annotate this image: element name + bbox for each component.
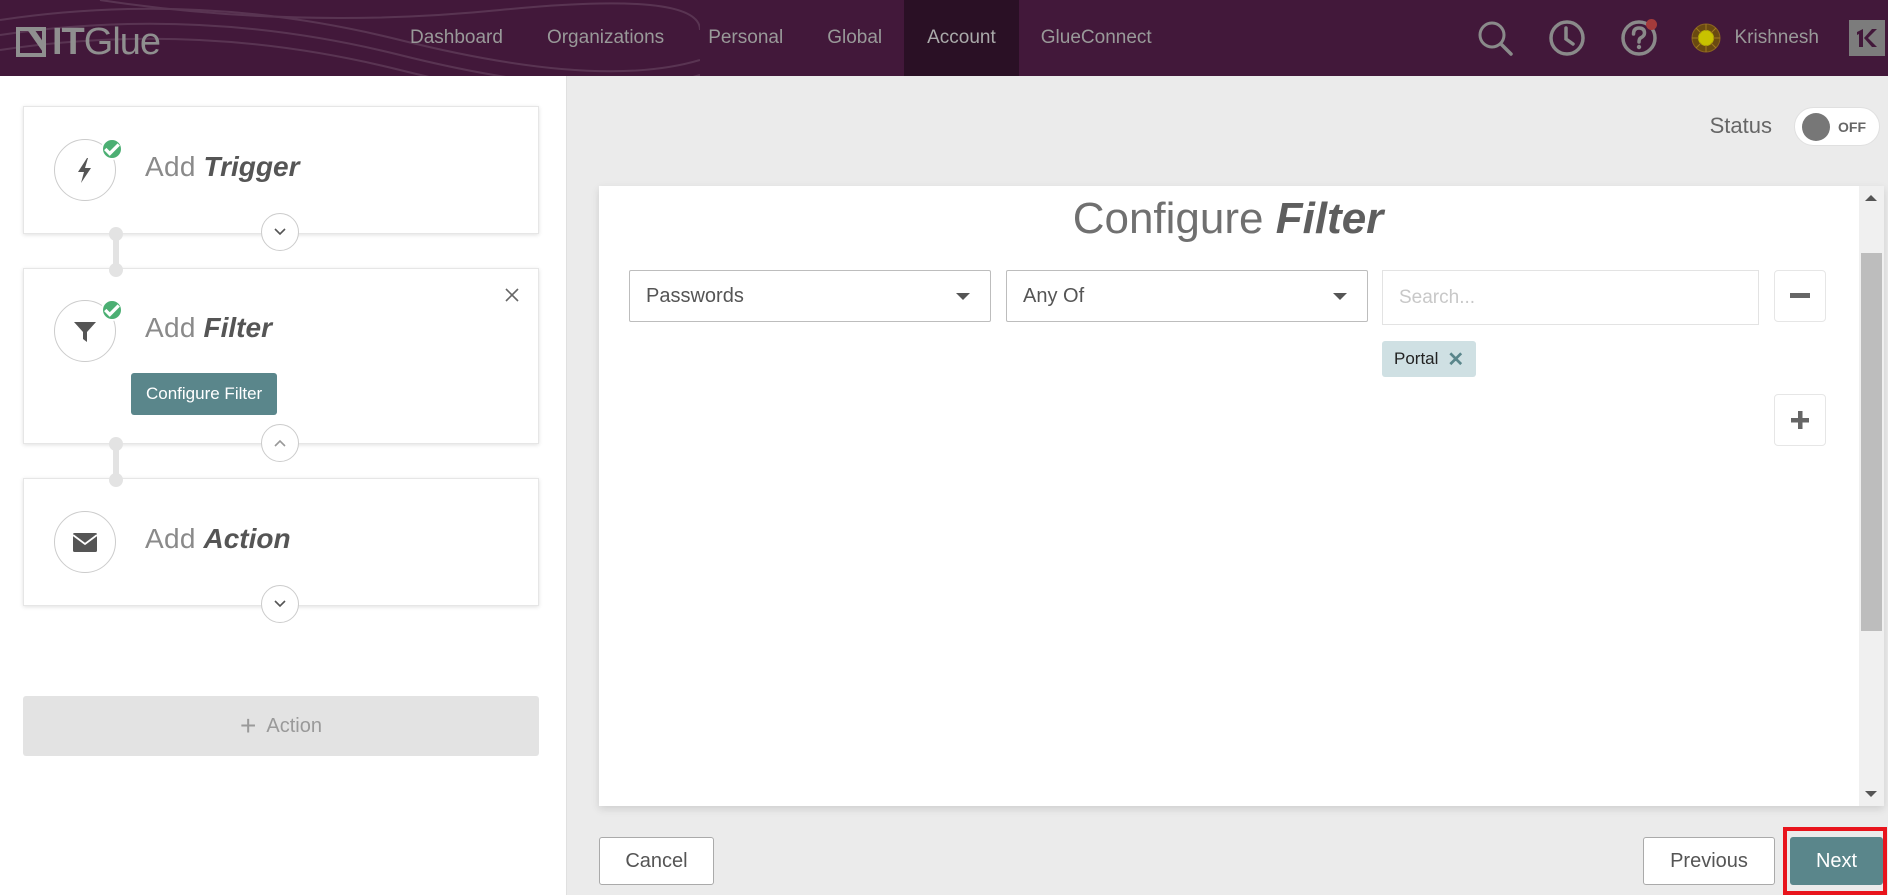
scroll-up-arrow-icon[interactable] (1865, 195, 1877, 201)
step-title-action: Add Action (145, 523, 291, 555)
panel-title-light: Configure (1072, 194, 1264, 243)
user-avatar-icon[interactable] (1691, 23, 1721, 53)
top-navigation-bar: ITGlue Dashboard Organizations Personal … (0, 0, 1888, 76)
nav-item-dashboard[interactable]: Dashboard (388, 0, 525, 76)
cancel-button[interactable]: Cancel (599, 837, 714, 885)
collapse-filter-button[interactable] (261, 424, 299, 462)
status-label: Status (1709, 113, 1772, 138)
step-title-trigger: Add Trigger (145, 151, 299, 183)
panel-title: Configure Filter (599, 194, 1857, 244)
nav-item-global[interactable]: Global (805, 0, 904, 76)
workflow-steps-panel: Add Trigger Add Filter Configure Filter (0, 76, 567, 895)
caret-down-icon (1333, 293, 1347, 300)
nav-item-account[interactable]: Account (904, 0, 1019, 76)
caret-down-icon (956, 293, 970, 300)
brand-badge-icon[interactable] (1849, 20, 1885, 56)
panel-scrollbar[interactable] (1859, 186, 1884, 806)
nav-item-glueconnect[interactable]: GlueConnect (1019, 0, 1174, 76)
help-icon[interactable] (1619, 18, 1659, 58)
envelope-icon (72, 533, 98, 552)
completed-check-icon (101, 299, 123, 321)
status-toggle[interactable]: OFF (1794, 107, 1880, 146)
step-icon-action (54, 511, 116, 573)
minus-icon (1790, 293, 1810, 298)
history-clock-icon[interactable] (1547, 18, 1587, 58)
configure-filter-button[interactable]: Configure Filter (131, 373, 278, 415)
step-title-filter: Add Filter (145, 312, 272, 344)
nav-item-personal[interactable]: Personal (686, 0, 805, 76)
scrollbar-thumb[interactable] (1861, 253, 1882, 631)
step-icon-filter (54, 299, 123, 362)
add-action-button[interactable]: + Action (23, 696, 539, 756)
next-button[interactable]: Next (1790, 837, 1883, 885)
add-action-label: Action (266, 714, 322, 737)
chevron-down-icon (274, 600, 286, 608)
connector-dot (109, 263, 123, 277)
step-icon-trigger (54, 138, 123, 201)
step-title-prefix: Add (145, 151, 196, 182)
operator-select[interactable]: Any Of (1006, 270, 1368, 322)
lightning-bolt-icon (78, 158, 91, 183)
chevron-up-icon (274, 439, 286, 447)
search-icon[interactable] (1475, 18, 1515, 58)
chevron-down-icon (274, 228, 286, 236)
scroll-down-arrow-icon[interactable] (1865, 791, 1877, 797)
step-title-name: Trigger (203, 151, 300, 182)
filter-funnel-icon (74, 322, 96, 342)
logo-text-bold: IT (52, 21, 85, 63)
add-condition-button[interactable] (1774, 394, 1826, 446)
configure-filter-panel: Configure Filter Passwords Any Of Portal… (599, 186, 1884, 806)
nav-right-tools: Krishnesh (1475, 0, 1888, 76)
plus-icon (1791, 411, 1809, 429)
completed-check-icon (101, 138, 123, 160)
filter-value-search-input[interactable] (1382, 270, 1759, 325)
tag-label: Portal (1394, 349, 1439, 368)
panel-title-strong: Filter (1275, 194, 1384, 243)
connector-dot (109, 473, 123, 487)
plus-icon: + (240, 710, 257, 741)
step-title-prefix: Add (145, 312, 196, 343)
remove-tag-icon[interactable]: ✕ (1447, 347, 1464, 372)
status-toggle-text: OFF (1838, 119, 1866, 135)
resource-type-value: Passwords (646, 284, 744, 307)
resource-type-select[interactable]: Passwords (629, 270, 991, 322)
operator-value: Any Of (1023, 284, 1085, 307)
user-name[interactable]: Krishnesh (1735, 27, 1820, 49)
itglue-logo[interactable]: ITGlue (16, 21, 161, 63)
step-title-name: Action (203, 523, 291, 554)
nav-item-organizations[interactable]: Organizations (525, 0, 686, 76)
remove-filter-close-icon[interactable] (503, 286, 521, 304)
main-nav: Dashboard Organizations Personal Global … (388, 0, 1174, 76)
step-title-prefix: Add (145, 523, 196, 554)
remove-condition-button[interactable] (1774, 270, 1826, 322)
notification-dot (1645, 19, 1657, 30)
expand-action-button[interactable] (261, 585, 299, 623)
step-card-filter[interactable]: Add Filter Configure Filter (23, 268, 539, 444)
previous-button[interactable]: Previous (1643, 837, 1775, 885)
toggle-knob (1802, 113, 1830, 141)
logo-text-light: Glue (83, 21, 161, 63)
logo-mark-icon (16, 27, 46, 57)
step-title-name: Filter (203, 312, 272, 343)
expand-trigger-button[interactable] (261, 213, 299, 251)
selected-value-tag: Portal ✕ (1382, 341, 1477, 377)
